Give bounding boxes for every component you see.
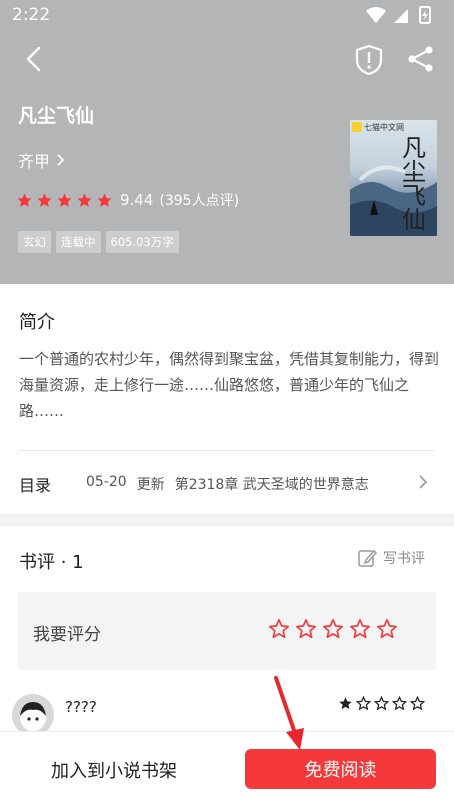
book-header: 2:22 凡尘飞仙 齐甲 9.44 (395人点评) 玄幻 连载中 605.03… [0, 0, 454, 284]
rate-prompt: 我要评分 [33, 625, 101, 645]
book-cover: 七猫中文网 凡尘飞仙 [350, 120, 437, 236]
star-icon [97, 192, 112, 207]
divider [19, 450, 435, 451]
cover-calligraphy: 凡尘飞仙 [402, 134, 426, 234]
shield-icon[interactable] [354, 44, 384, 76]
share-icon[interactable] [406, 44, 436, 74]
publisher-badge [352, 122, 362, 132]
star-icon [57, 192, 72, 207]
star-outline-icon [374, 696, 389, 711]
intro-text: 一个普通的农村少年，偶然得到聚宝盆，凭借其复制能力，得到海量资源，走上修行一途…… [19, 350, 440, 420]
rate-stars[interactable] [268, 618, 403, 640]
cover-publisher: 七猫中文网 [364, 123, 404, 132]
toc-label[interactable]: 目录 [19, 472, 51, 496]
chevron-right-icon [57, 154, 65, 166]
intro-card: 简介 一个普通的农村少年，偶然得到聚宝盆，凭借其复制能力，得到海量资源，走上修行… [0, 284, 454, 514]
review-heading: 书评 · 1 [19, 552, 84, 573]
star-outline-icon [356, 696, 371, 711]
star-outline-icon[interactable] [349, 618, 371, 640]
rating-score: 9.44 [120, 191, 154, 209]
rate-box: 我要评分 [18, 592, 436, 670]
star-outline-icon[interactable] [268, 618, 290, 640]
star-outline-icon [410, 696, 425, 711]
add-to-shelf-button[interactable]: 加入到小说书架 [16, 750, 212, 790]
review-item[interactable]: ???? [0, 686, 454, 736]
status-bar: 2:22 [0, 0, 454, 30]
star-icon [339, 697, 352, 710]
rating-row: 9.44 (395人点评) [16, 190, 239, 210]
status-time: 2:22 [12, 5, 51, 25]
star-icon [37, 192, 52, 207]
star-outline-icon [392, 696, 407, 711]
toc-latest[interactable]: 05-20 更新 第2318章 武天圣域的世界意志 [86, 474, 379, 494]
read-free-button[interactable]: 免费阅读 [245, 749, 436, 789]
author-link[interactable]: 齐甲 [18, 148, 66, 172]
intro-heading: 简介 [19, 312, 55, 333]
avatar[interactable] [12, 694, 54, 736]
star-outline-icon[interactable] [295, 618, 317, 640]
star-outline-icon[interactable] [376, 618, 398, 640]
tag-word-count: 605.03万字 [105, 231, 179, 253]
back-icon[interactable] [20, 44, 50, 74]
edit-icon [358, 549, 377, 567]
avatar-image [12, 694, 54, 736]
tag-list: 玄幻 连载中 605.03万字 [18, 231, 184, 253]
toc-date: 05-20 [86, 474, 127, 490]
write-review-label: 写书评 [383, 551, 425, 567]
author-name: 齐甲 [18, 152, 51, 171]
book-title: 凡尘飞仙 [18, 105, 95, 127]
chevron-right-icon[interactable] [418, 474, 428, 490]
star-outline-icon[interactable] [322, 618, 344, 640]
review-card: 书评 · 1 写书评 我要评分 [0, 526, 454, 686]
star-icon [17, 192, 32, 207]
reviewer-name: ???? [65, 698, 97, 716]
toc-update: 更新 [136, 477, 165, 493]
tag-status: 连载中 [56, 231, 101, 253]
tag-genre: 玄幻 [18, 231, 51, 253]
write-review-button[interactable]: 写书评 [357, 548, 425, 568]
toc-chapter: 第2318章 武天圣域的世界意志 [174, 477, 369, 493]
rating-count: (395人点评) [159, 193, 240, 209]
status-icons [366, 6, 431, 24]
bottom-action-bar: 加入到小说书架 免费阅读 [0, 731, 454, 807]
star-icon [77, 192, 92, 207]
review-stars [338, 696, 428, 711]
